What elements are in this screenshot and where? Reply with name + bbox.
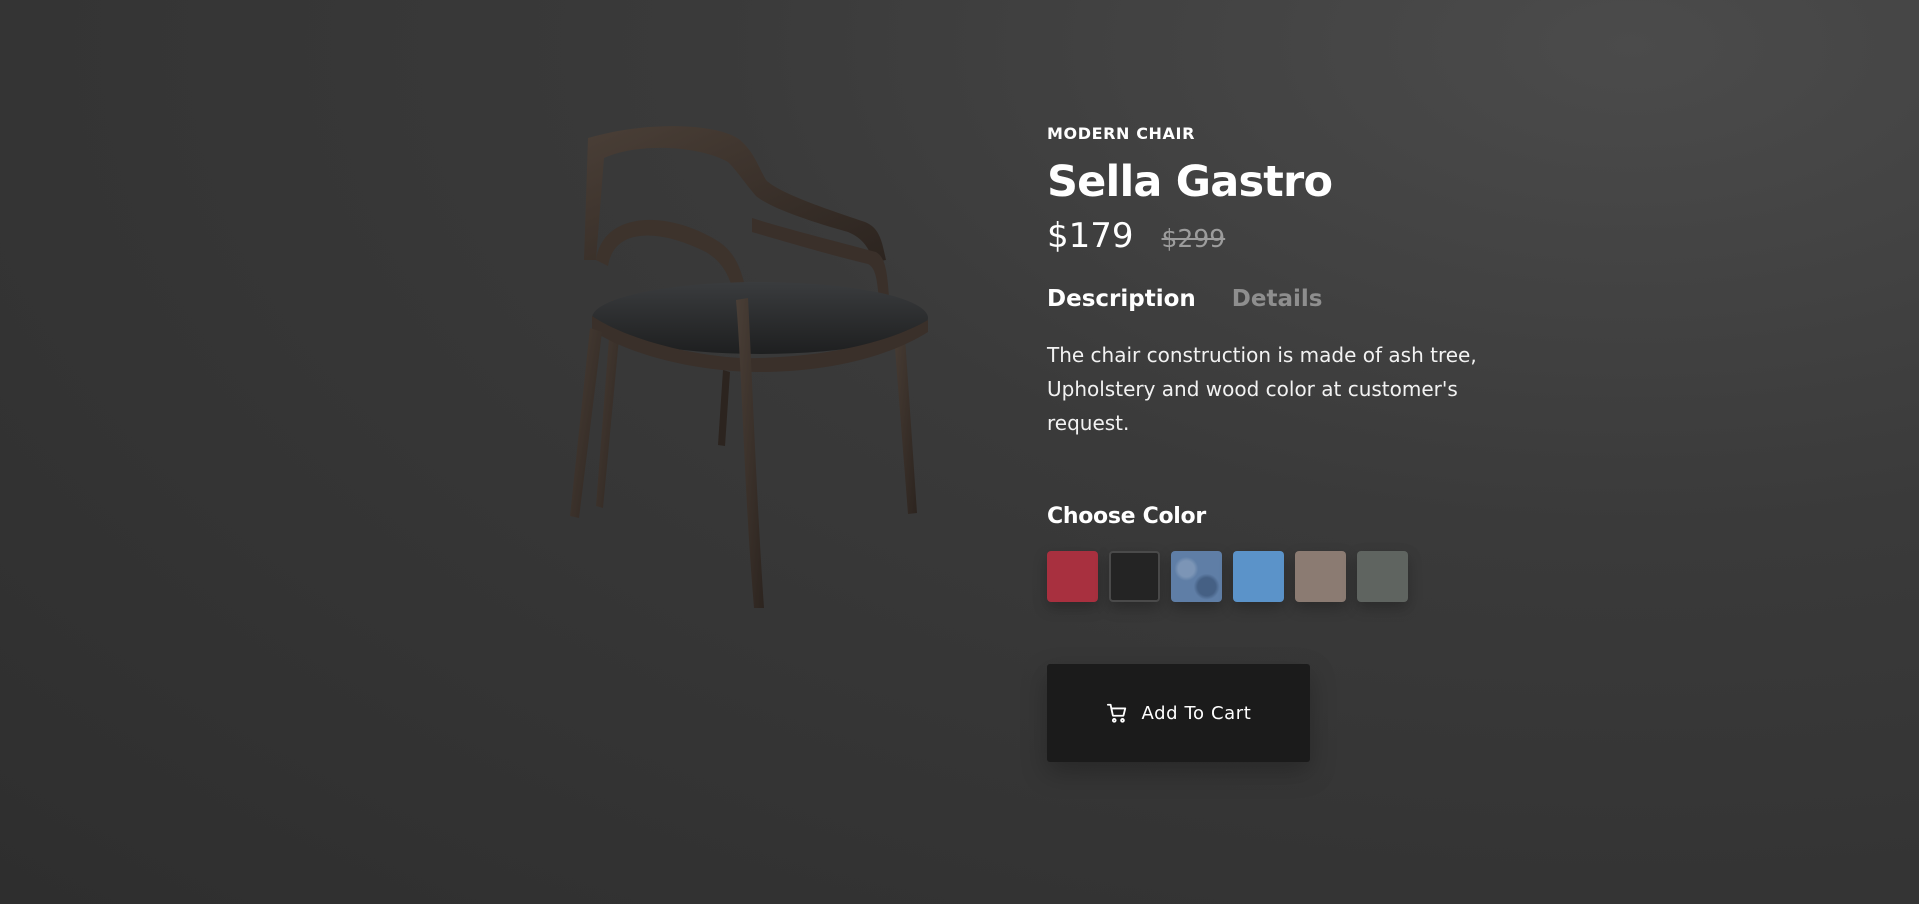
color-swatches bbox=[1047, 551, 1507, 602]
swatch-red[interactable] bbox=[1047, 551, 1098, 602]
price-row: $179 $299 bbox=[1047, 214, 1507, 258]
product-title: Sella Gastro bbox=[1047, 157, 1333, 207]
info-tabs: Description Details bbox=[1047, 284, 1507, 314]
cart-icon bbox=[1106, 702, 1128, 724]
add-to-cart-label: Add To Cart bbox=[1141, 702, 1252, 724]
original-price: $299 bbox=[1161, 224, 1226, 253]
product-category: MODERN CHAIR bbox=[1047, 124, 1196, 143]
product-page: MODERN CHAIR Sella Gastro $179 $299 Desc… bbox=[0, 0, 1919, 904]
add-to-cart-button[interactable]: Add To Cart bbox=[1047, 664, 1310, 762]
swatch-denim[interactable] bbox=[1171, 551, 1222, 602]
chair-icon bbox=[570, 126, 928, 608]
swatch-taupe[interactable] bbox=[1295, 551, 1346, 602]
color-heading: Choose Color bbox=[1047, 504, 1206, 529]
tab-details[interactable]: Details bbox=[1232, 284, 1323, 314]
tab-description[interactable]: Description bbox=[1047, 284, 1196, 314]
product-description: The chair construction is made of ash tr… bbox=[1047, 343, 1477, 435]
current-price: $179 bbox=[1047, 216, 1134, 256]
product-image bbox=[530, 110, 960, 630]
swatch-black[interactable] bbox=[1109, 551, 1160, 602]
swatch-light-blue[interactable] bbox=[1233, 551, 1284, 602]
swatch-gray-green[interactable] bbox=[1357, 551, 1408, 602]
product-info: MODERN CHAIR Sella Gastro $179 $299 Desc… bbox=[1047, 124, 1507, 762]
